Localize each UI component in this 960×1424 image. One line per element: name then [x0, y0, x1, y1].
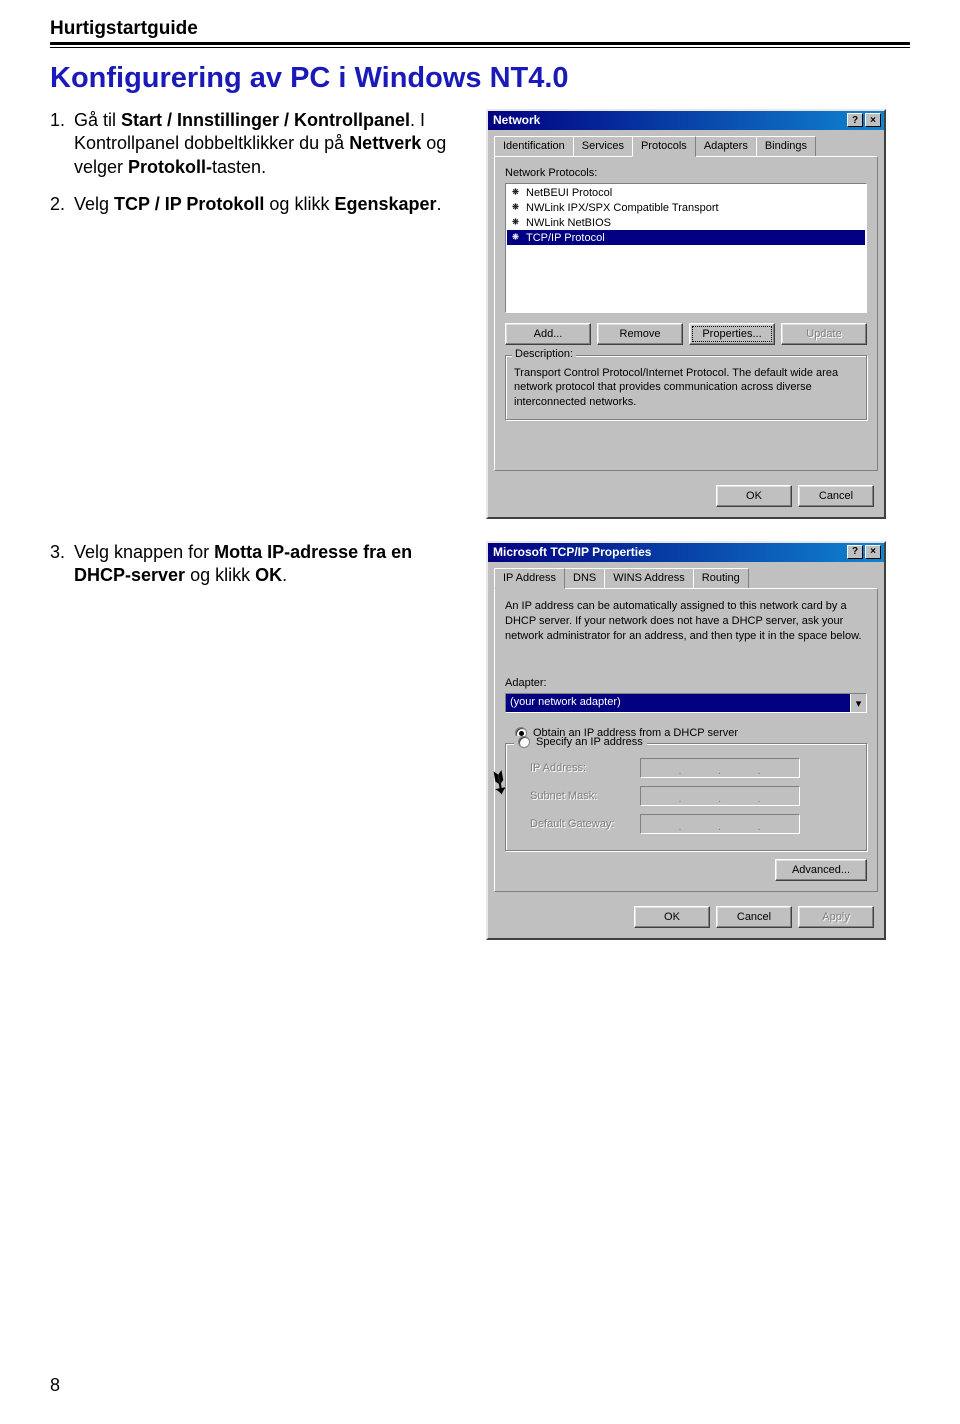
tab-strip: IP Address DNS WINS Address Routing: [488, 562, 884, 588]
subnet-mask-row: Subnet Mask:: [530, 786, 858, 806]
page-number: 8: [50, 1375, 60, 1396]
protocol-icon: 🞽: [509, 201, 522, 214]
cancel-button[interactable]: Cancel: [716, 906, 792, 928]
tab-panel: An IP address can be automatically assig…: [494, 588, 878, 893]
default-gateway-label: Default Gateway:: [530, 818, 640, 830]
ip-grid: IP Address: Subnet Mask: Default Gateway…: [530, 758, 858, 834]
default-gateway-row: Default Gateway:: [530, 814, 858, 834]
description-group: Description: Transport Control Protocol/…: [505, 355, 867, 420]
ip-address-field: [640, 758, 800, 778]
list-item[interactable]: 🞽NWLink NetBIOS: [507, 215, 865, 230]
step-text: Velg TCP / IP Protokoll og klikk Egenska…: [74, 193, 442, 216]
step-2: 2. Velg TCP / IP Protokoll og klikk Egen…: [50, 193, 470, 216]
tab-adapters[interactable]: Adapters: [695, 136, 757, 156]
step-1: 1. Gå til Start / Innstillinger / Kontro…: [50, 109, 470, 179]
network-dialog: Network ? × Identification Services Prot…: [486, 109, 886, 519]
step-num: 2.: [50, 193, 74, 216]
dialog-title: Microsoft TCP/IP Properties: [493, 545, 651, 559]
ip-address-label: IP Address:: [530, 762, 640, 774]
radio-specify[interactable]: Specify an IP address: [514, 736, 647, 748]
protocol-icon: 🞽: [509, 186, 522, 199]
dialog-bottom-buttons: OK Cancel Apply: [488, 898, 884, 938]
button-row: Add... Remove Properties... Update: [505, 323, 867, 345]
tab-services[interactable]: Services: [573, 136, 633, 156]
tab-routing[interactable]: Routing: [693, 568, 749, 588]
adapter-label: Adapter:: [505, 677, 867, 689]
close-button[interactable]: ×: [865, 113, 881, 127]
titlebar: Network ? ×: [488, 111, 884, 130]
tab-strip: Identification Services Protocols Adapte…: [488, 130, 884, 156]
tab-panel: Network Protocols: 🞽NetBEUI Protocol 🞽NW…: [494, 156, 878, 471]
row-2: 3. Velg knappen for Motta IP-adresse fra…: [50, 541, 910, 941]
step-3: 3. Velg knappen for Motta IP-adresse fra…: [50, 541, 470, 588]
step-num: 3.: [50, 541, 74, 588]
step-text: Gå til Start / Innstillinger / Kontrollp…: [74, 109, 470, 179]
subnet-mask-label: Subnet Mask:: [530, 790, 640, 802]
list-item[interactable]: 🞽NWLink IPX/SPX Compatible Transport: [507, 200, 865, 215]
close-button[interactable]: ×: [865, 545, 881, 559]
titlebar: Microsoft TCP/IP Properties ? ×: [488, 543, 884, 562]
dialog-bottom-buttons: OK Cancel: [488, 477, 884, 517]
protocol-list[interactable]: 🞽NetBEUI Protocol 🞽NWLink IPX/SPX Compat…: [505, 183, 867, 313]
radio-icon[interactable]: [518, 736, 530, 748]
chevron-down-icon[interactable]: ▾: [850, 694, 866, 712]
section-title: Konfigurering av PC i Windows NT4.0: [50, 62, 910, 95]
tab-ipaddress[interactable]: IP Address: [494, 568, 565, 589]
remove-button[interactable]: Remove: [597, 323, 683, 345]
protocol-icon: 🞽: [509, 231, 522, 244]
help-button[interactable]: ?: [847, 113, 863, 127]
info-text: An IP address can be automatically assig…: [505, 599, 867, 644]
list-item-selected[interactable]: 🞽TCP/IP Protocol: [507, 230, 865, 245]
row-1: 1. Gå til Start / Innstillinger / Kontro…: [50, 109, 910, 519]
default-gateway-field: [640, 814, 800, 834]
adapter-combo[interactable]: (your network adapter) ▾: [505, 693, 867, 713]
tab-wins[interactable]: WINS Address: [604, 568, 694, 588]
step-num: 1.: [50, 109, 74, 179]
tcpip-dialog: Microsoft TCP/IP Properties ? × IP Addre…: [486, 541, 886, 941]
protocol-icon: 🞽: [509, 216, 522, 229]
add-button[interactable]: Add...: [505, 323, 591, 345]
apply-button: Apply: [798, 906, 874, 928]
description-text: Transport Control Protocol/Internet Prot…: [514, 364, 858, 411]
cancel-button[interactable]: Cancel: [798, 485, 874, 507]
ok-button[interactable]: OK: [716, 485, 792, 507]
tab-identification[interactable]: Identification: [494, 136, 574, 156]
advanced-button[interactable]: Advanced...: [775, 859, 867, 881]
steps-col-1: 1. Gå til Start / Innstillinger / Kontro…: [50, 109, 470, 519]
properties-button[interactable]: Properties...: [689, 323, 775, 345]
help-button[interactable]: ?: [847, 545, 863, 559]
steps-col-2: 3. Velg knappen for Motta IP-adresse fra…: [50, 541, 470, 941]
tab-protocols[interactable]: Protocols: [632, 136, 696, 157]
subnet-mask-field: [640, 786, 800, 806]
adapter-value: (your network adapter): [506, 694, 850, 712]
ip-address-row: IP Address:: [530, 758, 858, 778]
ok-button[interactable]: OK: [634, 906, 710, 928]
list-label: Network Protocols:: [505, 167, 867, 179]
tab-bindings[interactable]: Bindings: [756, 136, 816, 156]
step-text: Velg knappen for Motta IP-adresse fra en…: [74, 541, 470, 588]
update-button: Update: [781, 323, 867, 345]
advanced-row: Advanced...: [505, 859, 867, 881]
page-header: Hurtigstartguide: [50, 18, 910, 45]
radio-label: Specify an IP address: [536, 736, 643, 748]
description-label: Description:: [512, 348, 576, 360]
tab-dns[interactable]: DNS: [564, 568, 605, 588]
list-item[interactable]: 🞽NetBEUI Protocol: [507, 185, 865, 200]
header-underline: [50, 47, 910, 48]
dialog-title: Network: [493, 113, 540, 127]
specify-group: Specify an IP address IP Address: Subnet…: [505, 743, 867, 851]
